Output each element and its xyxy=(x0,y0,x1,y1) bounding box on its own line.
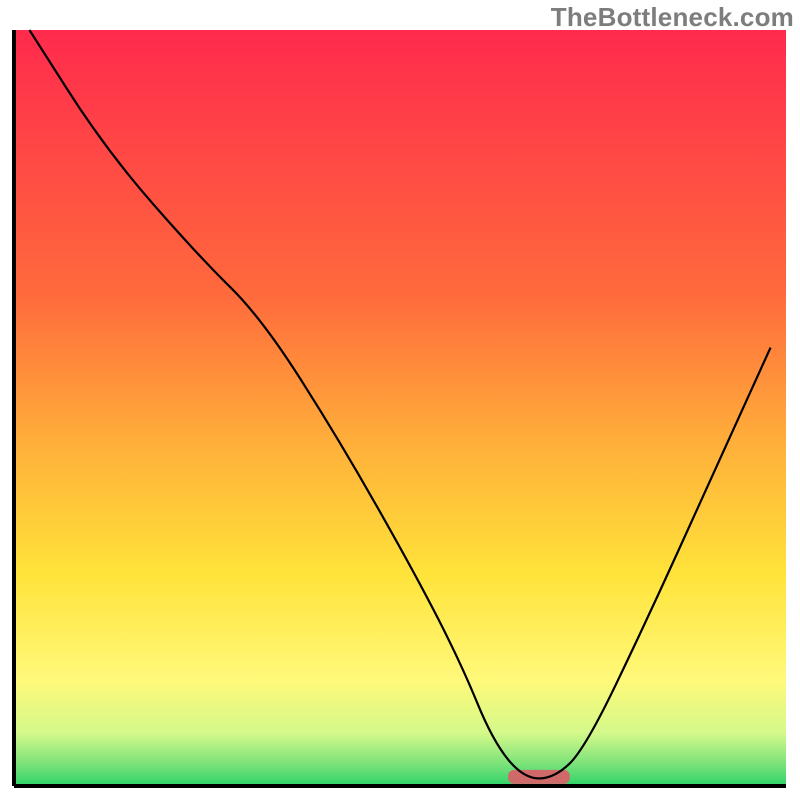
bottleneck-chart: TheBottleneck.com xyxy=(0,0,800,800)
plot-background xyxy=(14,30,786,786)
chart-canvas xyxy=(0,0,800,800)
watermark-text: TheBottleneck.com xyxy=(551,2,794,33)
